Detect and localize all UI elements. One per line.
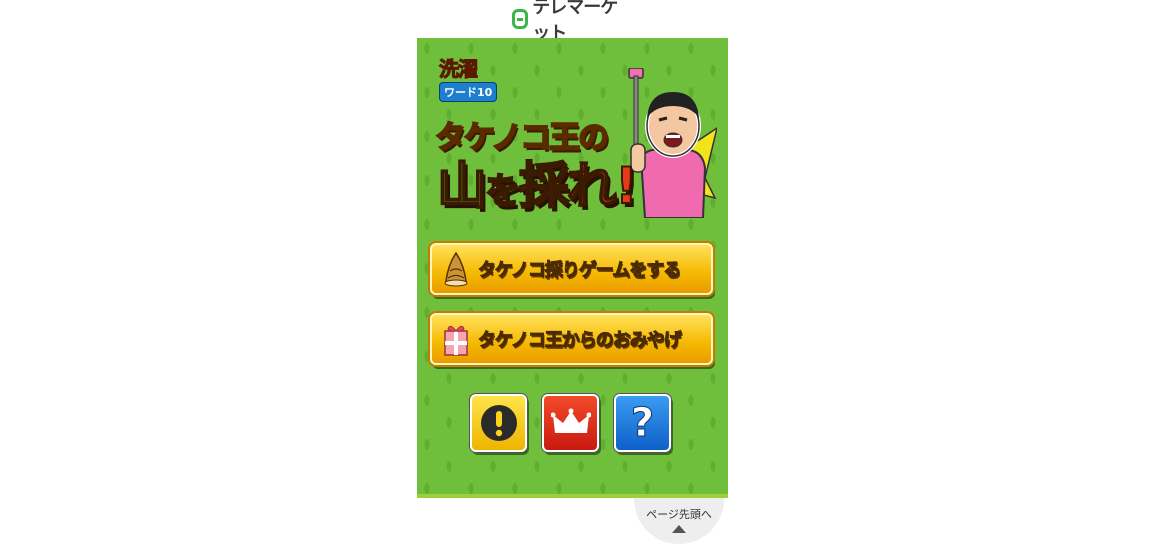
title-mountain: 山	[436, 156, 488, 216]
game-panel: 洗濯 ワード10 タケノコ王の 山を採れ! タケノコ採りゲームをする タケノコ王…	[417, 38, 728, 498]
info-button[interactable]	[470, 394, 527, 452]
question-icon: ?	[630, 400, 655, 446]
arrow-up-icon	[672, 525, 686, 533]
takenoko-king-character-icon	[628, 68, 717, 218]
nittele-logo-mark-icon	[512, 9, 529, 29]
title-line-2: 山を採れ!	[436, 156, 639, 222]
page: テレマーケット 洗濯 ワード10 タケノコ王の 山を採れ! タケノコ採りゲームを…	[0, 0, 1160, 552]
play-game-label: タケノコ採りゲームをする	[477, 260, 681, 282]
bamboo-shoot-icon	[444, 251, 468, 287]
crown-icon	[550, 408, 591, 433]
title-take: 採れ!	[518, 156, 639, 216]
show-logo: 洗濯 ワード10	[439, 58, 515, 104]
title-line-1: タケノコ王の	[434, 119, 610, 157]
play-game-button[interactable]: タケノコ採りゲームをする	[430, 243, 713, 295]
help-button[interactable]: ?	[614, 394, 671, 452]
nittele-market-logo[interactable]: テレマーケット	[512, 0, 634, 44]
ranking-button[interactable]	[542, 394, 599, 452]
souvenir-button[interactable]: タケノコ王からのおみやげ	[430, 313, 713, 365]
show-logo-top: 洗濯	[439, 57, 479, 81]
souvenir-label: タケノコ王からのおみやげ	[478, 330, 683, 352]
page-top-button[interactable]: ページ先頭へ	[634, 498, 724, 544]
title-particle: を	[484, 170, 522, 213]
show-logo-bottom: ワード10	[439, 82, 498, 102]
page-top-label: ページ先頭へ	[646, 508, 712, 521]
gift-box-icon	[444, 325, 468, 356]
exclamation-icon	[480, 405, 517, 441]
